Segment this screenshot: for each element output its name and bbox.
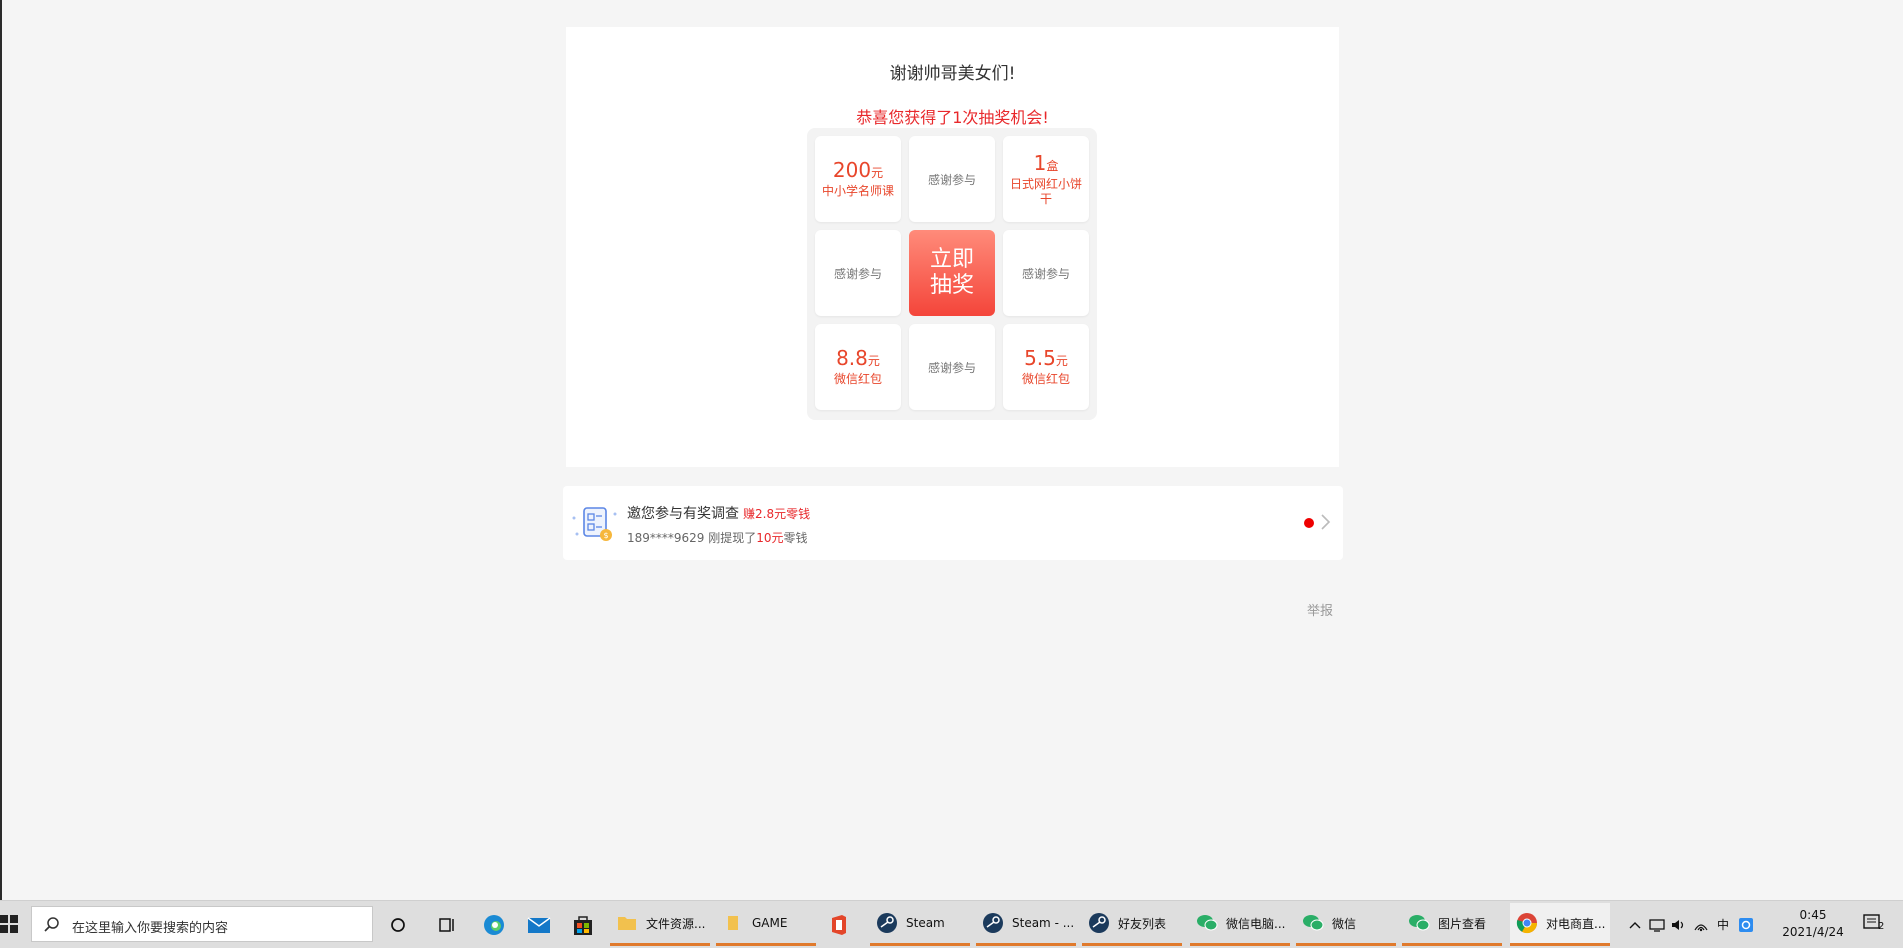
steam-icon	[1088, 912, 1110, 934]
prize-unit: 元	[867, 354, 880, 368]
wechat-icon	[1408, 912, 1430, 934]
mail-icon[interactable]	[525, 911, 553, 939]
notification-dot	[1304, 518, 1314, 528]
taskbar-app-file-explorer[interactable]: 文件资源...	[610, 903, 710, 946]
task-view-icon[interactable]	[433, 911, 461, 939]
survey-bonus: 赚2.8元零钱	[743, 507, 811, 521]
system-clock[interactable]: 0:45 2021/4/24	[1768, 907, 1858, 941]
taskbar-app-label: 好友列表	[1118, 916, 1167, 931]
prize-cell: 感谢参与	[1003, 230, 1089, 316]
prize-unit: 元	[871, 166, 884, 180]
taskbar-app-label: 对电商直...	[1546, 916, 1606, 931]
survey-banner[interactable]: $ 邀您参与有奖调查 赚2.8元零钱 189****9629 刚提现了10元零钱	[563, 486, 1343, 560]
clock-time: 0:45	[1799, 908, 1827, 922]
survey-title: 邀您参与有奖调查	[627, 506, 739, 522]
taskbar-app-office[interactable]	[822, 903, 866, 946]
prize-cell: 5.5元 微信红包	[1003, 324, 1089, 410]
taskbar-app-chrome[interactable]: 对电商直...	[1510, 903, 1610, 946]
prize-desc: 中小学名师课	[821, 184, 894, 198]
cortana-icon[interactable]	[384, 911, 412, 939]
prize-thanks-text: 感谢参与	[833, 266, 882, 281]
prize-unit: 元	[1055, 354, 1068, 368]
chrome-icon	[1516, 912, 1538, 934]
notification-count: 2	[1878, 921, 1885, 932]
prize-cell: 1盒 日式网红小饼干	[1003, 136, 1089, 222]
prize-cell: 感谢参与	[909, 136, 995, 222]
prize-desc: 微信红包	[1021, 372, 1070, 386]
report-link[interactable]: 举报	[1307, 600, 1333, 619]
wifi-icon[interactable]	[1690, 918, 1712, 932]
prize-amount: 5.5	[1024, 346, 1056, 370]
prize-thanks-text: 感谢参与	[927, 360, 976, 375]
taskbar-app-label: GAME	[752, 916, 788, 930]
office-icon	[828, 914, 850, 936]
folder-icon	[616, 912, 638, 934]
volume-icon[interactable]	[1668, 918, 1690, 932]
search-icon	[44, 917, 59, 932]
steam-icon	[982, 912, 1004, 934]
survey-withdraw-amount: 10元	[756, 531, 784, 545]
taskbar-app-wechat-pc[interactable]: 微信电脑...	[1190, 903, 1290, 946]
prize-cell: 200元 中小学名师课	[815, 136, 901, 222]
taskbar-app-label: 微信	[1332, 916, 1357, 931]
thanks-heading: 谢谢帅哥美女们!	[889, 64, 1016, 84]
taskbar-app-steam[interactable]: Steam	[870, 903, 970, 946]
prize-unit: 盒	[1046, 158, 1059, 173]
prize-cell: 感谢参与	[815, 230, 901, 316]
survey-withdraw-text: 189****9629 刚提现了	[627, 531, 757, 545]
steam-icon	[876, 912, 898, 934]
prize-amount: 8.8	[836, 346, 868, 370]
lottery-card: 谢谢帅哥美女们! 恭喜您获得了1次抽奖机会! 200元 中小学名师课 感谢参与 …	[566, 27, 1339, 467]
wechat-icon	[1196, 912, 1218, 934]
taskbar-app-label: Steam - ...	[1012, 916, 1075, 930]
taskbar-app-steam-window[interactable]: Steam - ...	[976, 903, 1076, 946]
wechat-icon	[1302, 912, 1324, 934]
survey-withdraw-suffix: 零钱	[783, 531, 808, 545]
chevron-up-icon[interactable]	[1624, 921, 1646, 929]
prize-desc: 微信红包	[833, 372, 882, 386]
chevron-right-icon	[1321, 514, 1331, 530]
store-icon[interactable]	[569, 911, 597, 939]
folder-icon	[722, 912, 744, 934]
qq-icon[interactable]	[1734, 917, 1758, 933]
prize-cell: 8.8元 微信红包	[815, 324, 901, 410]
ime-indicator[interactable]: 中	[1712, 916, 1734, 933]
survey-document-icon: $	[572, 507, 617, 541]
network-monitor-icon[interactable]	[1646, 918, 1668, 932]
svg-text:$: $	[603, 531, 608, 540]
windows-taskbar: 在这里输入你要搜索的内容 文件资源... GAME Steam Steam - …	[0, 900, 1903, 948]
taskbar-app-label: 文件资源...	[646, 916, 706, 931]
draw-button[interactable]: 立即 抽奖	[909, 230, 995, 316]
prize-desc: 日式网红小饼干	[1009, 176, 1082, 206]
prize-amount: 200	[832, 158, 872, 182]
prize-amount: 1	[1033, 150, 1047, 175]
taskbar-app-image-viewer[interactable]: 图片查看	[1402, 903, 1502, 946]
window-edge	[0, 0, 2, 900]
taskbar-app-friends-list[interactable]: 好友列表	[1082, 903, 1182, 946]
prize-thanks-text: 感谢参与	[1021, 266, 1070, 281]
search-placeholder: 在这里输入你要搜索的内容	[72, 921, 229, 936]
prize-thanks-text: 感谢参与	[927, 172, 976, 187]
taskbar-app-label: 微信电脑...	[1226, 916, 1286, 931]
edge-browser-icon[interactable]	[480, 911, 508, 939]
congrats-message: 恭喜您获得了1次抽奖机会!	[856, 108, 1049, 127]
windows-start-icon[interactable]	[0, 913, 18, 935]
notification-center-icon[interactable]: 2	[1862, 913, 1892, 937]
taskbar-app-label: 图片查看	[1438, 916, 1487, 931]
clock-date: 2021/4/24	[1782, 925, 1844, 939]
taskbar-app-wechat[interactable]: 微信	[1296, 903, 1396, 946]
taskbar-search-input[interactable]: 在这里输入你要搜索的内容	[31, 906, 373, 942]
prize-grid: 200元 中小学名师课 感谢参与 1盒 日式网红小饼干 感谢参与 立即 抽奖 感谢…	[807, 128, 1097, 420]
taskbar-app-label: Steam	[906, 916, 945, 930]
taskbar-app-game-folder[interactable]: GAME	[716, 903, 816, 946]
prize-cell: 感谢参与	[909, 324, 995, 410]
